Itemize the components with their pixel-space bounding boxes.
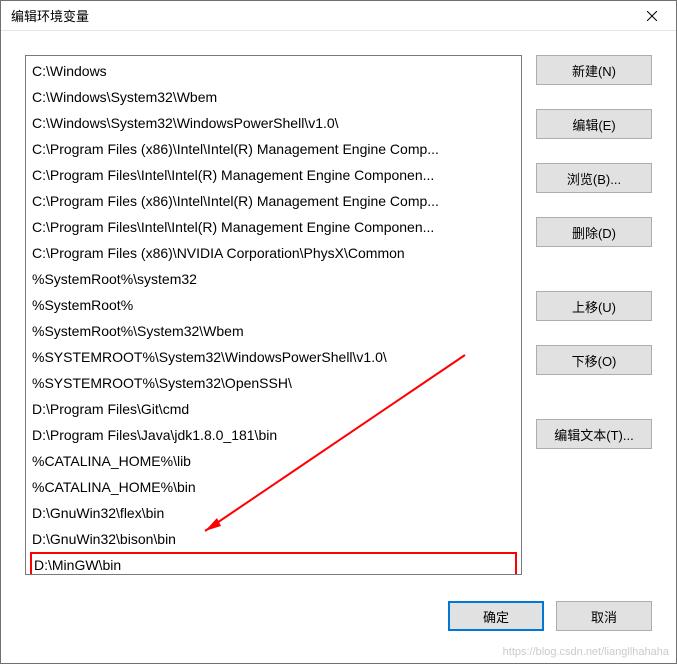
side-button-column: 新建(N) 编辑(E) 浏览(B)... 删除(D) 上移(U) 下移(O) 编… [536, 55, 652, 575]
list-item[interactable]: C:\Windows\System32\Wbem [26, 84, 521, 110]
edit-button[interactable]: 编辑(E) [536, 109, 652, 139]
cancel-button[interactable]: 取消 [556, 601, 652, 631]
list-item[interactable]: %CATALINA_HOME%\lib [26, 448, 521, 474]
list-wrap: C:\WindowsC:\Windows\System32\WbemC:\Win… [25, 55, 522, 575]
list-item[interactable]: C:\Program Files (x86)\Intel\Intel(R) Ma… [26, 188, 521, 214]
list-item[interactable]: C:\Program Files\Intel\Intel(R) Manageme… [26, 162, 521, 188]
close-button[interactable] [632, 2, 672, 30]
list-item[interactable]: C:\Windows\System32\WindowsPowerShell\v1… [26, 110, 521, 136]
path-listbox[interactable]: C:\WindowsC:\Windows\System32\WbemC:\Win… [25, 55, 522, 575]
bottom-button-bar: 确定 取消 [1, 585, 676, 651]
close-icon [647, 11, 657, 21]
delete-button[interactable]: 删除(D) [536, 217, 652, 247]
list-item[interactable]: %SystemRoot%\system32 [26, 266, 521, 292]
list-item[interactable]: %SYSTEMROOT%\System32\WindowsPowerShell\… [26, 344, 521, 370]
list-item[interactable]: %SystemRoot%\System32\Wbem [26, 318, 521, 344]
browse-button[interactable]: 浏览(B)... [536, 163, 652, 193]
edit-text-button[interactable]: 编辑文本(T)... [536, 419, 652, 449]
list-item[interactable]: C:\Program Files\Intel\Intel(R) Manageme… [26, 214, 521, 240]
ok-button[interactable]: 确定 [448, 601, 544, 631]
titlebar: 编辑环境变量 [1, 1, 676, 31]
list-item[interactable]: %SystemRoot% [26, 292, 521, 318]
list-item[interactable]: C:\Program Files (x86)\NVIDIA Corporatio… [26, 240, 521, 266]
list-item[interactable]: D:\GnuWin32\flex\bin [26, 500, 521, 526]
move-down-button[interactable]: 下移(O) [536, 345, 652, 375]
list-item[interactable]: D:\Program Files\Java\jdk1.8.0_181\bin [26, 422, 521, 448]
dialog-window: 编辑环境变量 C:\WindowsC:\Windows\System32\Wbe… [0, 0, 677, 664]
list-item[interactable]: C:\Windows [26, 58, 521, 84]
list-item-highlighted[interactable]: D:\MinGW\bin [30, 552, 517, 575]
move-up-button[interactable]: 上移(U) [536, 291, 652, 321]
list-item[interactable]: D:\GnuWin32\bison\bin [26, 526, 521, 552]
list-item[interactable]: D:\Program Files\Git\cmd [26, 396, 521, 422]
window-title: 编辑环境变量 [11, 6, 89, 25]
new-button[interactable]: 新建(N) [536, 55, 652, 85]
list-item[interactable]: C:\Program Files (x86)\Intel\Intel(R) Ma… [26, 136, 521, 162]
list-item[interactable]: %SYSTEMROOT%\System32\OpenSSH\ [26, 370, 521, 396]
dialog-content: C:\WindowsC:\Windows\System32\WbemC:\Win… [1, 31, 676, 585]
list-item[interactable]: %CATALINA_HOME%\bin [26, 474, 521, 500]
